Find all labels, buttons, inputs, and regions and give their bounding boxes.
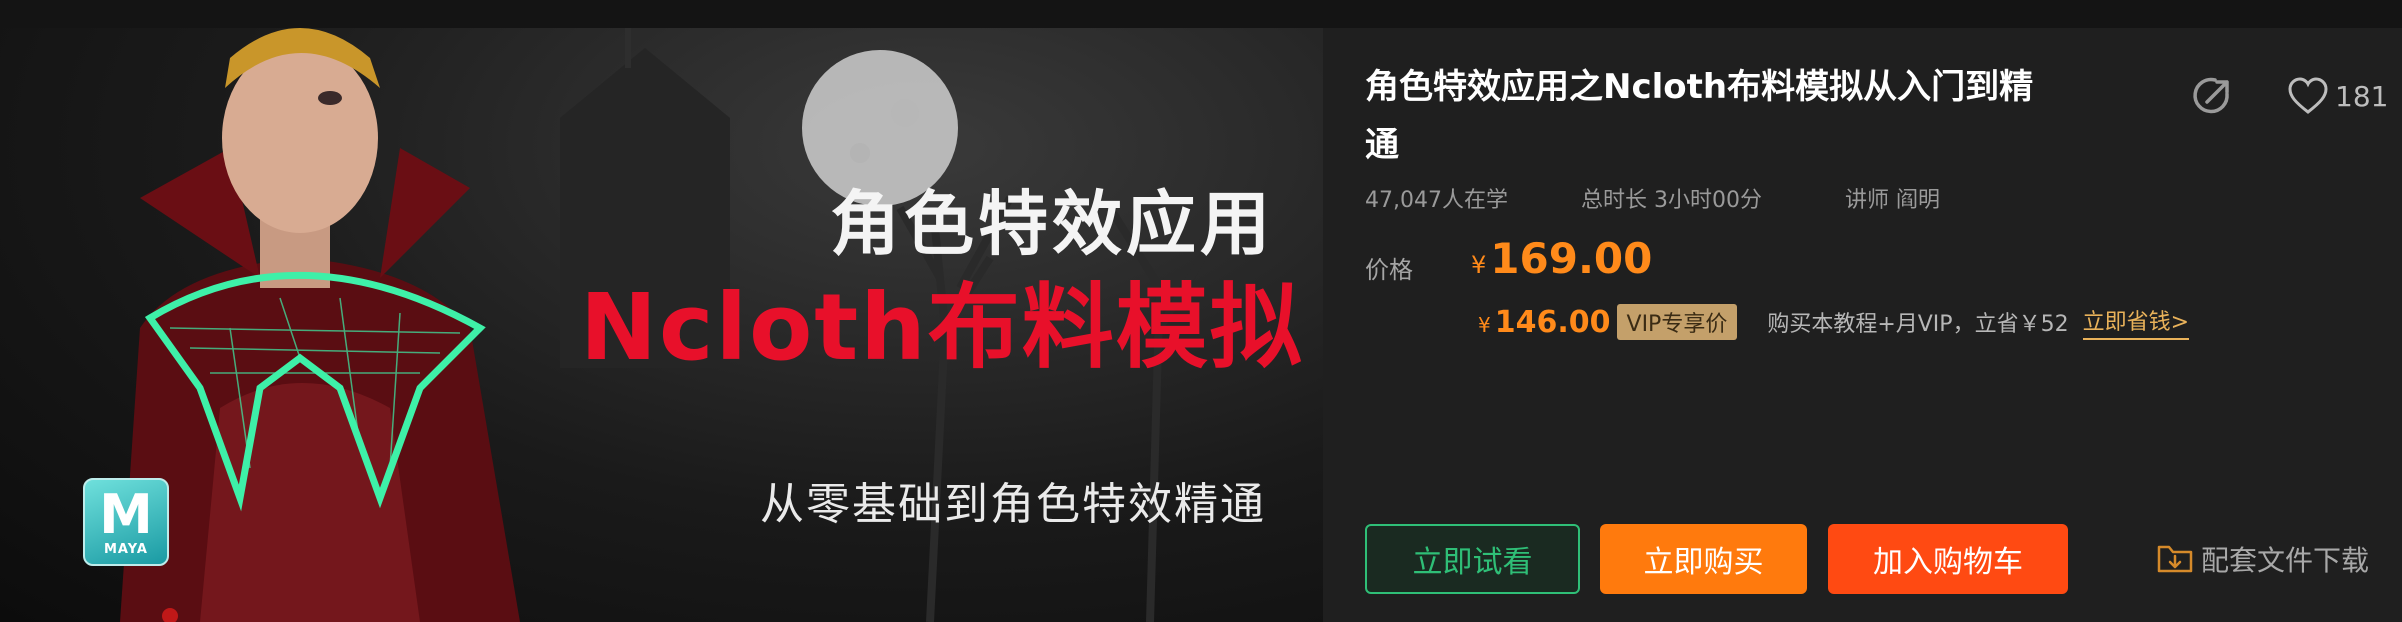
vip-note: 购买本教程+月VIP，立省￥52 [1767,312,2069,337]
like-button[interactable]: 181 [2287,76,2388,116]
heart-icon [2288,77,2328,114]
share-icon [2193,77,2229,114]
price-value: 169.00 [1490,234,1653,283]
vip-price-row: ¥ 146.00 VIP专享价 购买本教程+月VIP，立省￥52 立即省钱> [1478,304,2189,340]
vip-badge: VIP专享价 [1616,304,1738,340]
share-button[interactable] [2189,72,2237,120]
folder-download-icon [2157,545,2193,573]
buy-now-button[interactable]: 立即购买 [1600,524,1807,594]
trial-button[interactable]: 立即试看 [1365,524,1580,594]
download-files-button[interactable]: 配套文件下载 [2157,539,2369,579]
top-bar [0,0,2402,28]
maya-logo-letter: M [99,482,153,546]
maya-logo-text: MAYA [104,541,148,557]
course-meta: 47,047人在学 总时长 3小时00分 讲师 阎明 [1365,182,1940,214]
vip-price-value: 146.00 [1494,304,1611,340]
learner-count: 47,047人在学 [1365,188,1508,213]
course-teacher: 讲师 阎明 [1845,188,1940,213]
course-banner: 角色特效应用 Ncloth布料模拟 从零基础到角色特效精通 M MAYA [0,28,1323,622]
course-title: 角色特效应用之Ncloth布料模拟从入门到精通 [1365,67,2034,165]
banner-subtitle: 从零基础到角色特效精通 [760,479,1266,530]
vip-price: ¥ 146.00 [1478,305,1611,340]
price-currency: ¥ [1471,251,1487,279]
add-to-cart-button[interactable]: 加入购物车 [1828,524,2068,594]
price: ¥ 169.00 [1471,234,1652,283]
price-label: 价格 [1365,256,1413,284]
like-count: 181 [2335,79,2389,113]
course-duration: 总时长 3小时00分 [1581,188,1762,213]
maya-logo: M MAYA [83,478,169,566]
course-info-panel: 角色特效应用之Ncloth布料模拟从入门到精通 181 47,047人在学 总时… [1323,28,2402,622]
download-label: 配套文件下载 [2201,544,2370,577]
save-money-link[interactable]: 立即省钱> [2082,304,2189,340]
banner-title-line2: Ncloth布料模拟 [580,274,1304,381]
vip-price-currency: ¥ [1478,312,1491,337]
